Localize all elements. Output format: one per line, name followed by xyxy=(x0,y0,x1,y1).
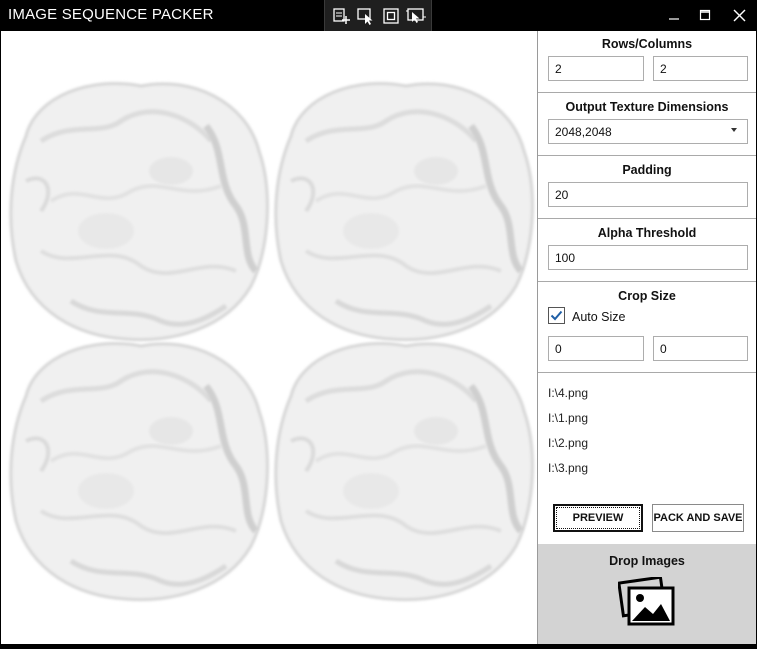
list-item[interactable]: I:\3.png xyxy=(548,461,588,475)
crop-size-label: Crop Size xyxy=(618,289,676,303)
rows-input[interactable]: 2 xyxy=(548,56,644,81)
checkmark-icon xyxy=(550,310,563,321)
images-icon xyxy=(618,577,675,626)
add-element-icon[interactable] xyxy=(330,5,352,27)
preview-cell xyxy=(11,83,268,339)
track-focus-icon[interactable] xyxy=(405,5,427,27)
crop-size-section: Crop Size Auto Size 0 0 xyxy=(538,282,756,373)
output-dimensions-label: Output Texture Dimensions xyxy=(565,100,729,114)
rows-columns-section: Rows/Columns 2 2 xyxy=(538,31,756,93)
preview-canvas xyxy=(1,31,537,644)
alpha-threshold-label: Alpha Threshold xyxy=(597,226,697,240)
close-button[interactable] xyxy=(724,4,754,26)
display-layout-icon[interactable] xyxy=(380,5,402,27)
output-dimensions-section: Output Texture Dimensions 2048,2048 xyxy=(538,93,756,156)
list-item[interactable]: I:\4.png xyxy=(548,386,588,400)
minimize-button[interactable] xyxy=(659,4,689,26)
minimize-icon xyxy=(669,18,679,20)
rows-columns-label: Rows/Columns xyxy=(601,37,693,51)
select-element-icon[interactable] xyxy=(355,5,377,27)
list-item[interactable]: I:\2.png xyxy=(548,436,588,450)
padding-input[interactable]: 20 xyxy=(548,182,748,207)
padding-label: Padding xyxy=(622,163,672,177)
app-title: IMAGE SEQUENCE PACKER xyxy=(8,6,214,23)
crop-width-input[interactable]: 0 xyxy=(548,336,644,361)
alpha-threshold-input[interactable]: 100 xyxy=(548,245,748,270)
pack-and-save-button[interactable]: PACK AND SAVE xyxy=(652,504,744,532)
preview-cell xyxy=(11,343,268,599)
output-dimensions-value: 2048,2048 xyxy=(555,125,612,139)
close-icon xyxy=(733,9,745,21)
columns-input[interactable]: 2 xyxy=(653,56,748,81)
drop-images-label: Drop Images xyxy=(609,554,685,568)
maximize-icon xyxy=(699,9,711,21)
preview-cell xyxy=(276,83,533,339)
output-dimensions-select[interactable]: 2048,2048 xyxy=(548,119,748,144)
padding-section: Padding 20 xyxy=(538,156,756,219)
auto-size-checkbox[interactable] xyxy=(548,307,565,324)
crop-height-input[interactable]: 0 xyxy=(653,336,748,361)
settings-panel: Rows/Columns 2 2 Output Texture Dimensio… xyxy=(537,31,756,644)
preview-button[interactable]: PREVIEW xyxy=(553,504,643,532)
title-bar: IMAGE SEQUENCE PACKER xyxy=(0,0,757,38)
chevron-down-icon xyxy=(731,128,737,132)
drop-zone[interactable]: Drop Images xyxy=(538,544,756,644)
auto-size-label: Auto Size xyxy=(572,310,626,324)
packed-texture-preview xyxy=(1,31,537,644)
preview-cell xyxy=(276,343,533,599)
maximize-button[interactable] xyxy=(690,4,720,26)
list-item[interactable]: I:\1.png xyxy=(548,411,588,425)
alpha-threshold-section: Alpha Threshold 100 xyxy=(538,219,756,282)
